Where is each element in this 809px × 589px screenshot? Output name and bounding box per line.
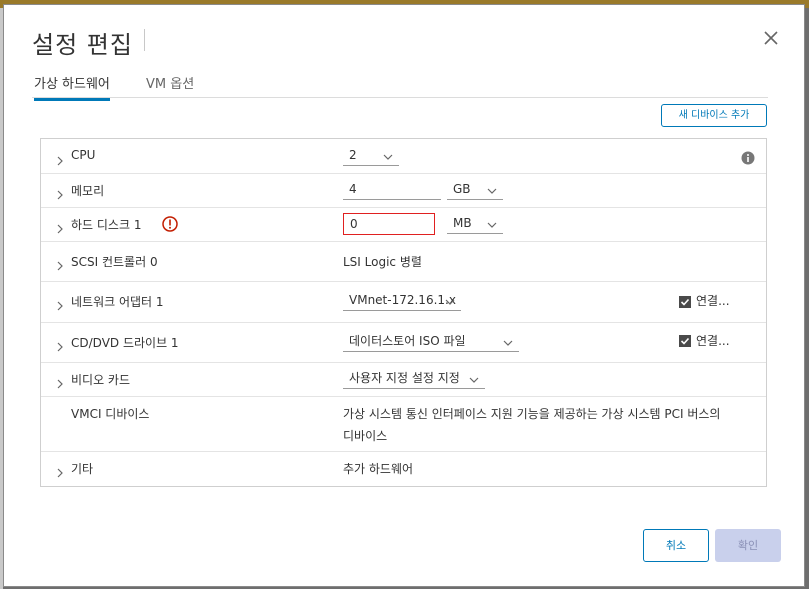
scsi-value: LSI Logic 병렬 xyxy=(343,255,422,269)
video-card-label: 비디오 카드 xyxy=(71,373,131,387)
cpu-count-value: 2 xyxy=(349,148,357,162)
network-select[interactable]: VMnet-172.16.1.x xyxy=(343,292,461,311)
info-icon[interactable] xyxy=(741,150,755,165)
network-label: 네트워크 어댑터 1 xyxy=(71,295,164,309)
cancel-button[interactable]: 취소 xyxy=(643,529,709,562)
disk-unit-value: MB xyxy=(453,216,472,230)
close-icon[interactable] xyxy=(760,27,782,49)
cpu-count-select[interactable]: 2 xyxy=(343,147,399,166)
hardware-list: CPU 2 메모리 4 GB 하드 디스크 1 0 MB SCSI 컨트롤러 0… xyxy=(40,138,767,487)
connect-checkbox[interactable] xyxy=(679,332,691,347)
chevron-down-icon xyxy=(469,373,479,383)
chevron-right-icon[interactable] xyxy=(55,185,65,200)
chevron-down-icon xyxy=(503,336,513,346)
vmci-description-line2: 디바이스 xyxy=(343,429,388,443)
vmci-description-line1: 가상 시스템 통신 인터페이스 지원 기능을 제공하는 가상 시스템 PCI 버… xyxy=(343,407,721,421)
ok-button[interactable]: 확인 xyxy=(715,529,781,562)
dialog-title: 설정 편집 xyxy=(32,31,133,59)
hard-disk-label: 하드 디스크 1 xyxy=(71,218,142,232)
chevron-right-icon[interactable] xyxy=(55,374,65,389)
add-new-device-button[interactable]: 새 디바이스 추가 xyxy=(661,104,767,127)
row-other: 기타 추가 하드웨어 xyxy=(41,451,766,485)
other-value: 추가 하드웨어 xyxy=(343,462,414,476)
chevron-right-icon[interactable] xyxy=(55,256,65,271)
cpu-label: CPU xyxy=(71,148,96,162)
connect-checkbox[interactable] xyxy=(679,293,691,308)
chevron-right-icon[interactable] xyxy=(55,151,65,166)
row-network-adapter: 네트워크 어댑터 1 VMnet-172.16.1.x 연결... xyxy=(41,281,766,323)
row-scsi-controller: SCSI 컨트롤러 0 LSI Logic 병렬 xyxy=(41,241,766,282)
memory-label: 메모리 xyxy=(71,184,105,198)
tab-vm-options[interactable]: VM 옵션 xyxy=(146,73,194,98)
cddvd-source-select[interactable]: 데이터스토어 ISO 파일 xyxy=(343,333,519,352)
network-value: VMnet-172.16.1.x xyxy=(349,293,456,307)
scsi-label: SCSI 컨트롤러 0 xyxy=(71,255,158,269)
chevron-down-icon xyxy=(445,295,455,305)
video-card-value: 사용자 지정 설정 지정 xyxy=(349,371,460,385)
connect-label: 연결... xyxy=(696,294,730,308)
row-video-card: 비디오 카드 사용자 지정 설정 지정 xyxy=(41,362,766,397)
disk-unit-select[interactable]: MB xyxy=(447,215,503,234)
chevron-down-icon xyxy=(383,150,393,160)
row-cd-dvd-drive: CD/DVD 드라이브 1 데이터스토어 ISO 파일 연결... xyxy=(41,322,766,363)
cddvd-label: CD/DVD 드라이브 1 xyxy=(71,336,179,350)
row-memory: 메모리 4 GB xyxy=(41,173,766,208)
warning-icon[interactable] xyxy=(162,216,178,232)
title-separator xyxy=(144,29,145,51)
cddvd-source-value: 데이터스토어 ISO 파일 xyxy=(349,334,466,348)
video-card-select[interactable]: 사용자 지정 설정 지정 xyxy=(343,370,485,389)
memory-unit-select[interactable]: GB xyxy=(447,181,503,200)
row-hard-disk: 하드 디스크 1 0 MB xyxy=(41,207,766,242)
chevron-right-icon[interactable] xyxy=(55,296,65,311)
chevron-right-icon[interactable] xyxy=(55,337,65,352)
tab-bar: 가상 하드웨어 VM 옵션 xyxy=(32,69,768,101)
row-vmci-device: VMCI 디바이스 가상 시스템 통신 인터페이스 지원 기능을 제공하는 가상… xyxy=(41,396,766,452)
chevron-right-icon[interactable] xyxy=(55,219,65,234)
chevron-down-icon xyxy=(487,218,497,228)
edit-settings-dialog: 설정 편집 가상 하드웨어 VM 옵션 새 디바이스 추가 CPU 2 메모리 … xyxy=(3,4,805,587)
connect-label: 연결... xyxy=(696,334,730,348)
chevron-right-icon[interactable] xyxy=(55,463,65,478)
chevron-down-icon xyxy=(487,184,497,194)
row-cpu: CPU 2 xyxy=(41,139,766,174)
tab-virtual-hardware[interactable]: 가상 하드웨어 xyxy=(34,73,110,101)
disk-size-input[interactable]: 0 xyxy=(343,213,435,235)
other-label: 기타 xyxy=(71,462,94,476)
vmci-label: VMCI 디바이스 xyxy=(71,407,150,421)
memory-size-input[interactable]: 4 xyxy=(343,181,441,200)
memory-unit-value: GB xyxy=(453,182,471,196)
